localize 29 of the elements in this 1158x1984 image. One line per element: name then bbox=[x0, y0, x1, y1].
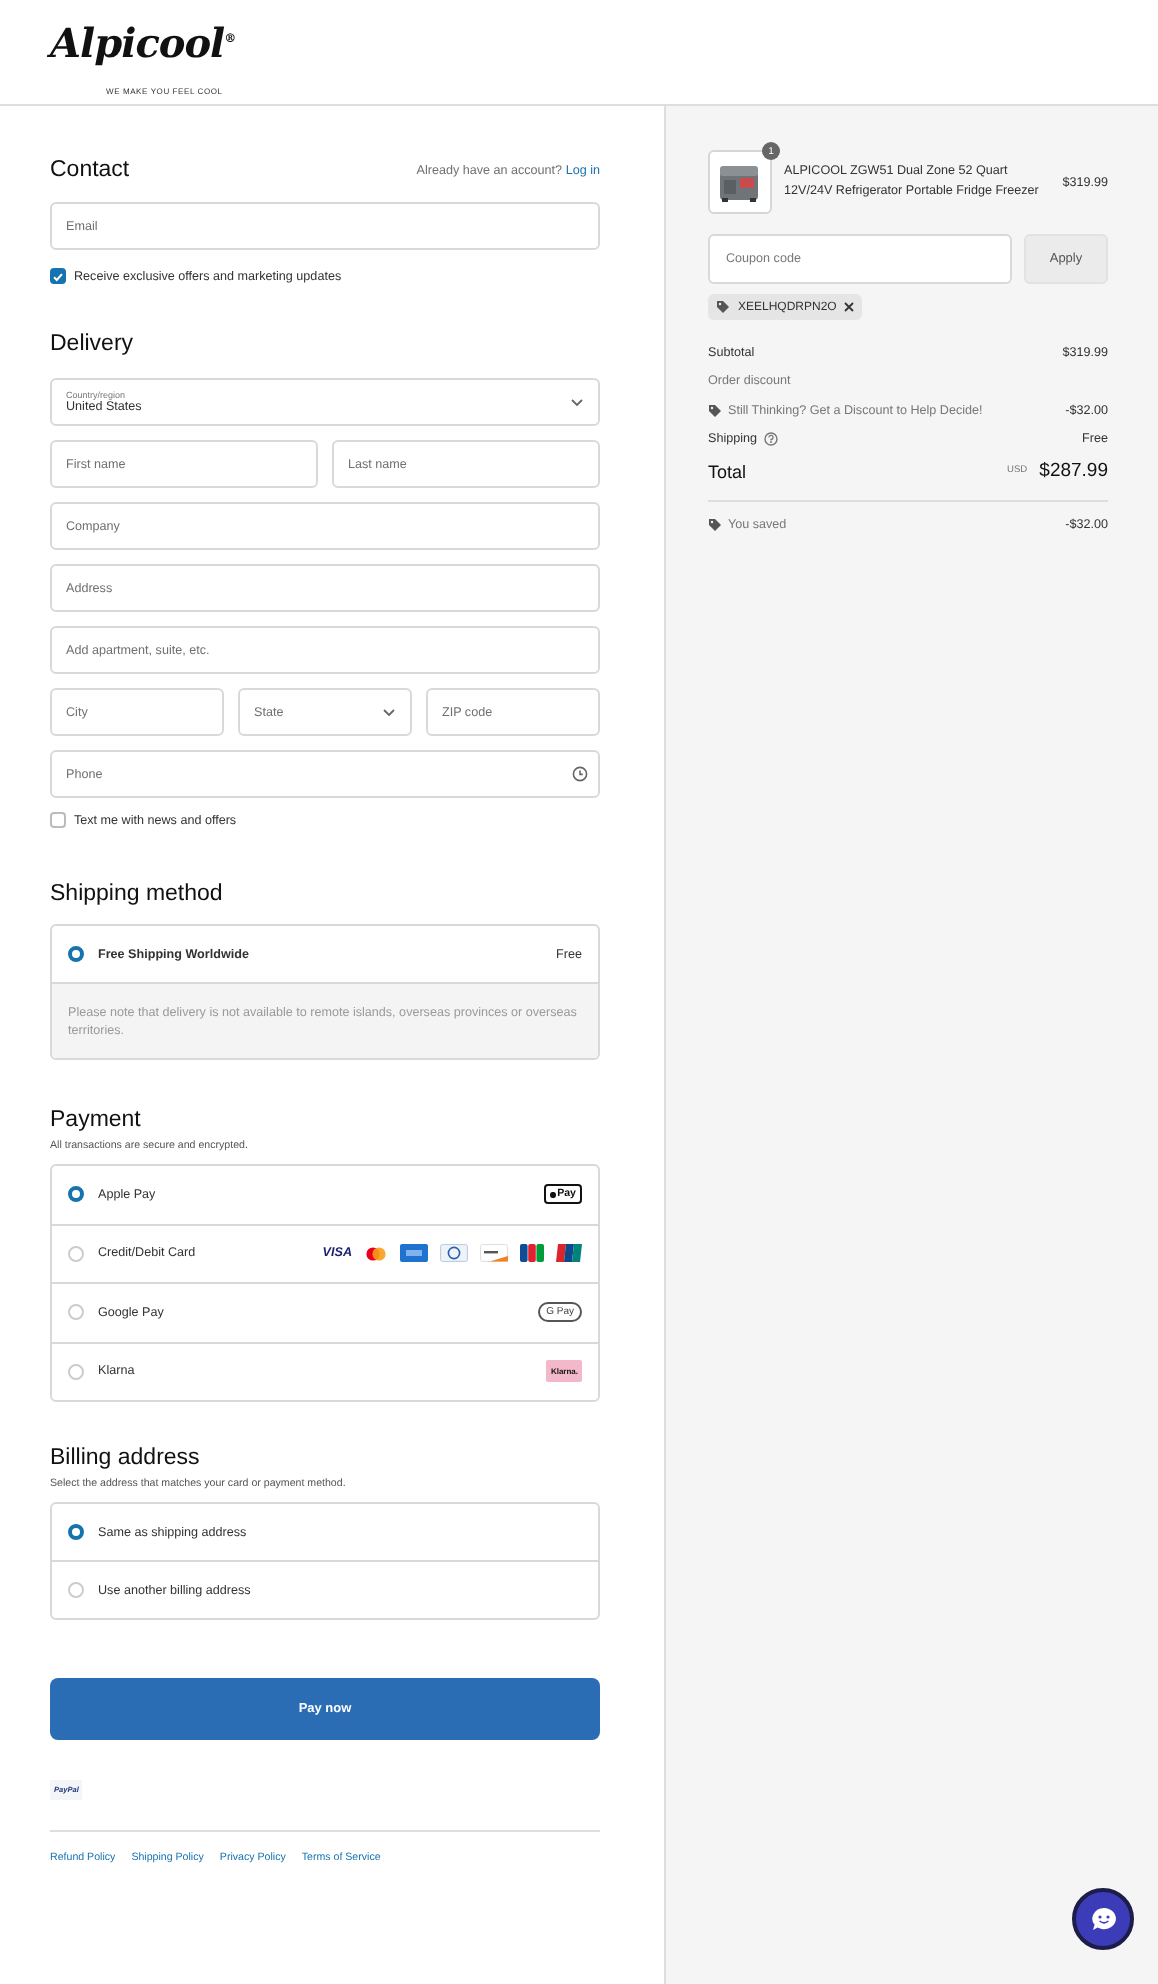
remove-button[interactable] bbox=[844, 302, 855, 312]
section-heading: Payment bbox=[50, 1106, 143, 1134]
card-logo-icon bbox=[440, 1244, 468, 1263]
section-heading: Contact bbox=[50, 156, 130, 184]
tag-icon bbox=[708, 517, 722, 532]
tag-icon bbox=[716, 300, 730, 314]
help-icon bbox=[763, 432, 778, 447]
card-logo-icon bbox=[400, 1244, 428, 1263]
radio-button[interactable] bbox=[68, 946, 84, 962]
card-logo-icon bbox=[480, 1244, 508, 1263]
total-label: Total bbox=[708, 461, 747, 481]
card-logo-icon bbox=[556, 1244, 582, 1263]
card-logo-icon bbox=[364, 1245, 388, 1262]
section-heading: Delivery bbox=[50, 330, 136, 358]
card-logo-icon bbox=[520, 1244, 544, 1263]
checkbox[interactable] bbox=[50, 268, 66, 284]
checkbox[interactable] bbox=[50, 812, 66, 828]
caret-icon bbox=[570, 397, 584, 407]
total-price: $287.99 bbox=[1039, 460, 1108, 482]
radio-button[interactable] bbox=[68, 1186, 84, 1203]
chat-bubble-icon bbox=[1089, 1906, 1117, 1932]
caret-icon bbox=[382, 707, 396, 717]
help-icon bbox=[572, 766, 588, 782]
tag-icon bbox=[708, 403, 722, 418]
radio-button[interactable] bbox=[68, 1524, 84, 1540]
brand-logo[interactable]: Alpicool$^{®}$ bbox=[50, 20, 236, 64]
close-icon bbox=[844, 302, 855, 312]
section-heading: Shipping method bbox=[50, 880, 225, 908]
section-heading: Billing address bbox=[50, 1444, 202, 1472]
